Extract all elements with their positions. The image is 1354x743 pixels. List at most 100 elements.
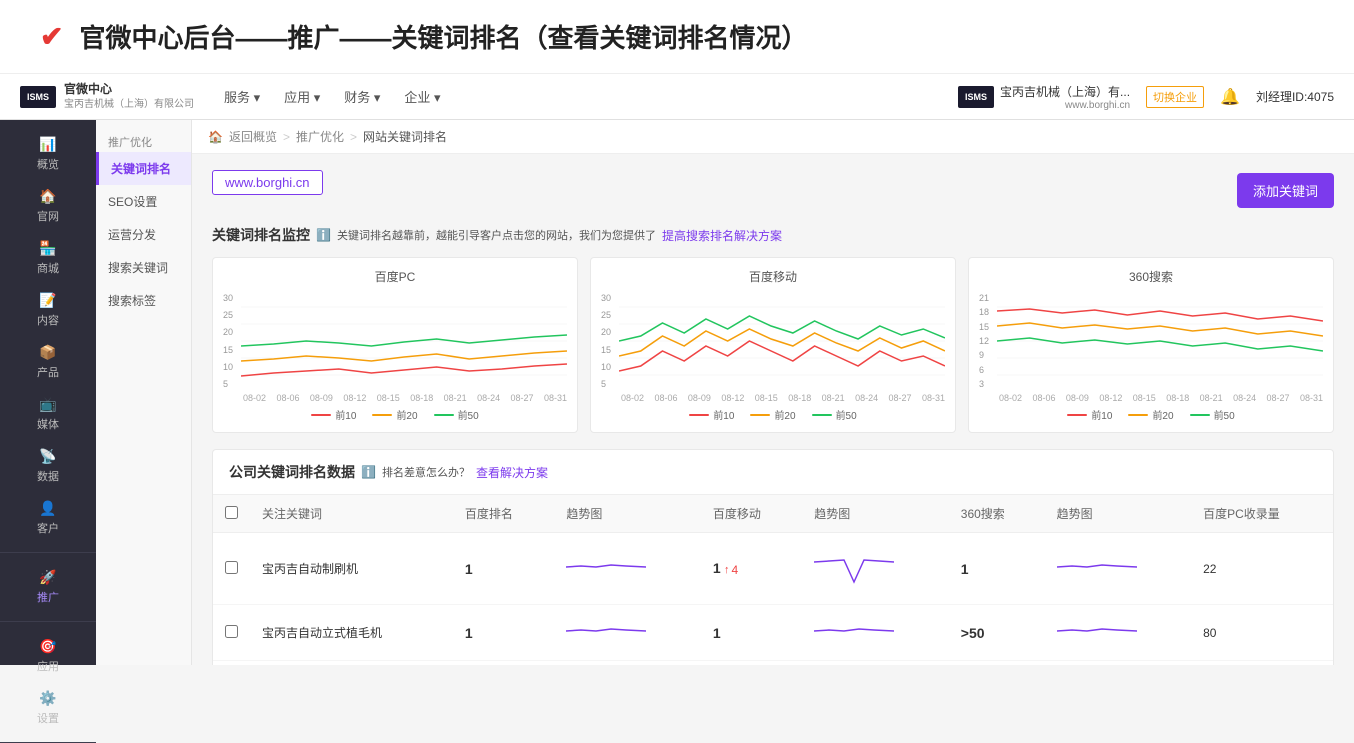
row2-trend-1 [554,605,701,661]
row3-baidu-rank: 1 [453,661,554,666]
main-layout: 📊 概览 🏠 官网 🏪 商城 📝 内容 📦 产品 📺 媒体 [0,120,1354,665]
brand-text: 官微中心 宝丙吉机械（上海）有限公司 [64,82,194,111]
sidebar-label-customer: 客户 [37,520,59,536]
row1-trend-2 [802,533,949,605]
nav-item-company[interactable]: 企业 ▾ [404,87,440,106]
nav-item-finance[interactable]: 财务 ▾ [344,87,380,106]
sidebar-item-media[interactable]: 📺 媒体 [0,388,96,440]
legend-top50-m: 前50 [812,407,857,422]
breadcrumb: 🏠 返回概览 > 推广优化 > 网站关键词排名 [192,120,1354,154]
data-solution-link[interactable]: 查看解决方案 [476,464,548,481]
legend-top50-3: 前50 [1190,407,1235,422]
nav-item-app[interactable]: 应用 ▾ [284,87,320,106]
sub-item-keyword-rank[interactable]: 关键词排名 [96,152,191,185]
overview-icon: 📊 [39,136,56,153]
apps-icon: 🎯 [39,638,56,655]
sidebar-label-content: 内容 [37,312,59,328]
sub-item-seo-settings[interactable]: SEO设置 [96,185,191,218]
company-url: www.borghi.cn [1000,100,1130,111]
brand-sub: 宝丙吉机械（上海）有限公司 [64,98,194,111]
row2-mobile-trend-svg [814,619,894,643]
nav-item-service[interactable]: 服务 ▾ [224,87,260,106]
col-trend-1: 趋势图 [554,495,701,533]
legend-dot-green-3 [1190,414,1210,416]
switch-company-button[interactable]: 切换企业 [1146,86,1204,108]
baidu-pc-chart-svg [241,291,567,391]
col-trend-3: 趋势图 [1045,495,1192,533]
row2-trend-3 [1045,605,1192,661]
col-checkbox [213,495,250,533]
add-keyword-button[interactable]: 添加关键词 [1237,173,1334,208]
legend-dot-orange [372,414,392,416]
title-bar: ✔ 官微中心后台——推广——关键词排名（查看关键词排名情况） [0,0,1354,74]
row3-mobile: 3 [701,661,802,666]
sub-item-search-keyword[interactable]: 搜索关键词 [96,251,191,284]
row3-pc-count: 69400 [1191,661,1333,666]
row2-trend-2 [802,605,949,661]
chart-baidu-mobile: 百度移动 30252015105 [590,257,956,433]
chart-baidu-mobile-title: 百度移动 [601,268,945,285]
sidebar-item-overview[interactable]: 📊 概览 [0,128,96,180]
sidebar-item-shop[interactable]: 🏪 商城 [0,232,96,284]
page-title: 官微中心后台——推广——关键词排名（查看关键词排名情况） [79,18,807,55]
row3-trend-1 [554,661,701,666]
sep1: > [283,130,290,144]
chart-legend-1: 前10 前20 前50 [223,407,567,422]
row3-trend-2 [802,661,949,666]
legend-top20-m: 前20 [750,407,795,422]
data-section-title: 公司关键词排名数据 ℹ️ 排名差意怎么办？ 查看解决方案 [229,462,548,482]
sidebar-label-data: 数据 [37,468,59,484]
chart-baidu-pc: 百度PC 30252015105 [212,257,578,433]
table-row: 宝丙吉自动立式植毛机 1 1 [213,605,1333,661]
check-icon: ✔ [40,20,63,53]
settings-icon: ⚙️ [39,690,56,707]
row1-360-trend-svg [1057,555,1137,579]
legend-dot-green-m [812,414,832,416]
home-icon: 🏠 [208,130,223,144]
content-icon: 📝 [39,292,56,309]
col-keyword: 关注关键词 [250,495,453,533]
domain-box[interactable]: www.borghi.cn [212,170,323,195]
data-info-text: 排名差意怎么办？ [382,464,470,480]
sep2: > [350,130,357,144]
bell-icon[interactable]: 🔔 [1220,87,1240,107]
row1-trend-3 [1045,533,1192,605]
website-icon: 🏠 [39,188,56,205]
legend-top50: 前50 [434,407,479,422]
breadcrumb-promo[interactable]: 推广优化 [296,128,344,145]
sidebar-label-website: 官网 [37,208,59,224]
row2-360: >50 [949,605,1045,661]
content-area: 🏠 返回概览 > 推广优化 > 网站关键词排名 www.borghi.cn 添加… [192,120,1354,665]
sidebar-label-shop: 商城 [37,260,59,276]
sub-item-distribution[interactable]: 运营分发 [96,218,191,251]
row1-checkbox[interactable] [213,533,250,605]
sidebar-item-settings[interactable]: ⚙️ 设置 [0,682,96,734]
chart-legend-3: 前10 前20 前50 [979,407,1323,422]
sidebar-item-data[interactable]: 📡 数据 [0,440,96,492]
row1-trend-1 [554,533,701,605]
row1-360: 1 [949,533,1045,605]
company-name: 宝丙吉机械（上海）有... [1000,83,1130,100]
sidebar-item-website[interactable]: 🏠 官网 [0,180,96,232]
sidebar-item-promo[interactable]: 🚀 推广 [0,561,96,613]
brand-logo: ISMS [20,86,56,108]
monitoring-link[interactable]: 提高搜索排名解决方案 [662,227,782,244]
row1-mobile: 1 ↑ 4 [701,533,802,605]
sidebar-item-apps[interactable]: 🎯 应用 [0,630,96,682]
row3-checkbox[interactable] [213,661,250,666]
sidebar-label-product: 产品 [37,364,59,380]
row2-checkbox[interactable] [213,605,250,661]
promo-icon: 🚀 [39,569,56,586]
select-all-checkbox[interactable] [225,506,238,519]
breadcrumb-overview[interactable]: 返回概览 [229,128,277,145]
row1-pc-count: 22 [1191,533,1333,605]
row1-trend-svg [566,555,646,579]
sidebar-item-product[interactable]: 📦 产品 [0,336,96,388]
sidebar-label-apps: 应用 [37,658,59,674]
sub-item-search-tag[interactable]: 搜索标签 [96,284,191,317]
row2-trend-svg [566,619,646,643]
monitoring-info: 关键词排名越靠前，越能引导客户点击您的网站，我们为您提供了 [337,227,656,243]
sidebar-item-content[interactable]: 📝 内容 [0,284,96,336]
info-icon: ℹ️ [316,228,331,242]
sidebar-item-customer[interactable]: 👤 客户 [0,492,96,544]
